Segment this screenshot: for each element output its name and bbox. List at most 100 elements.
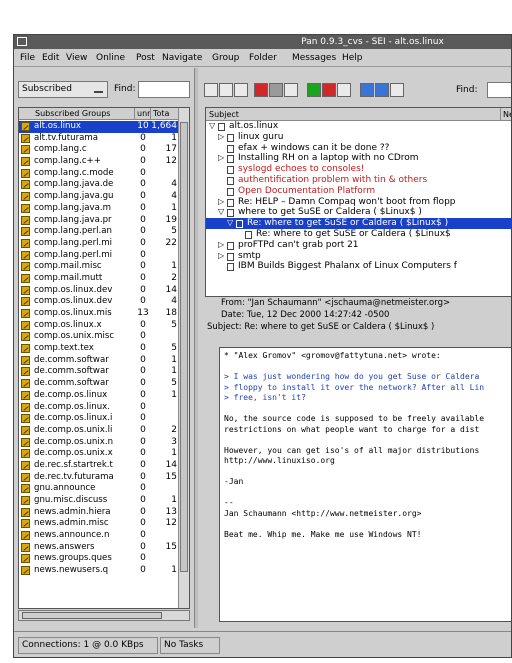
doc-icon[interactable]: [204, 83, 218, 97]
group-row[interactable]: comp.lang.perl.mi 0 22: [19, 238, 179, 250]
thread-row[interactable]: IBM Builds Biggest Phalanx of Linux Comp…: [206, 261, 511, 272]
subscribed-check-icon[interactable]: [21, 542, 30, 552]
group-row[interactable]: news.groups.ques 0: [19, 553, 179, 565]
subscribed-check-icon[interactable]: [21, 531, 30, 541]
group-row[interactable]: de.comm.softwar 0 5: [19, 378, 179, 390]
group-row[interactable]: comp.lang.java.pr 0 19: [19, 215, 179, 227]
subscribed-check-icon[interactable]: [21, 180, 30, 190]
group-row[interactable]: de.comp.os.linux. 0: [19, 402, 179, 414]
menu-file[interactable]: File: [20, 53, 35, 63]
subscribed-check-icon[interactable]: [21, 379, 30, 389]
subscribed-check-icon[interactable]: [21, 192, 30, 202]
doc-icon[interactable]: [219, 83, 233, 97]
scroll-thumb[interactable]: [180, 122, 188, 572]
subscribed-check-icon[interactable]: [21, 320, 30, 330]
group-row[interactable]: alt.os.linux 10 1,664: [19, 121, 179, 133]
menu-messages[interactable]: Messages: [292, 53, 336, 63]
group-row[interactable]: de.comp.os.unix.n 0 3: [19, 437, 179, 449]
col-header-total[interactable]: Tota: [151, 108, 179, 120]
group-row[interactable]: news.admin.misc 0 12: [19, 518, 179, 530]
subscribed-check-icon[interactable]: [21, 496, 30, 505]
thread-row[interactable]: ▷ linux guru: [206, 132, 511, 143]
subscribed-check-icon[interactable]: [21, 215, 30, 225]
expand-closed-icon[interactable]: ▷: [218, 240, 226, 251]
group-row[interactable]: de.comp.os.linux 0 1: [19, 390, 179, 402]
thread-row[interactable]: Open Documentation Platform: [206, 186, 511, 197]
group-row[interactable]: comp.os.linux.dev 0 4: [19, 296, 179, 308]
subscribed-check-icon[interactable]: [21, 484, 30, 494]
doc-icon[interactable]: [390, 83, 404, 97]
thread-row[interactable]: ▷ smtp: [206, 251, 511, 262]
menu-help[interactable]: Help: [342, 53, 363, 63]
subscribed-check-icon[interactable]: [21, 332, 30, 342]
group-row[interactable]: comp.lang.java.gu 0 4: [19, 191, 179, 203]
group-row[interactable]: comp.mail.misc 0 1: [19, 261, 179, 273]
menu-view[interactable]: View: [66, 53, 87, 63]
subscribed-check-icon[interactable]: [21, 355, 30, 365]
group-row[interactable]: comp.os.linux.dev 0 14: [19, 285, 179, 297]
group-row[interactable]: gnu.announce 0: [19, 483, 179, 495]
subscribed-check-icon[interactable]: [21, 227, 30, 237]
group-row[interactable]: de.comm.softwar 0 1: [19, 355, 179, 367]
thread-icon[interactable]: [375, 83, 389, 97]
group-list-vscrollbar[interactable]: [178, 108, 189, 608]
expand-closed-icon[interactable]: ▷: [218, 153, 226, 164]
subscribed-check-icon[interactable]: [21, 273, 30, 283]
subscribed-check-icon[interactable]: [21, 460, 30, 470]
group-row[interactable]: comp.os.unix.misc 0: [19, 331, 179, 343]
group-find-input[interactable]: [138, 81, 190, 98]
group-row[interactable]: comp.os.linux.mis 13 18: [19, 308, 179, 320]
subscribed-check-icon[interactable]: [21, 519, 30, 529]
subscribed-check-icon[interactable]: [21, 250, 30, 260]
filter-icon[interactable]: [307, 83, 321, 97]
subscribed-check-icon[interactable]: [21, 414, 30, 424]
group-row[interactable]: news.answers 0 15: [19, 542, 179, 554]
group-row[interactable]: comp.lang.c.mode 0: [19, 168, 179, 180]
group-row[interactable]: comp.lang.java.de 0 4: [19, 179, 179, 191]
doc-icon[interactable]: [284, 83, 298, 97]
scroll-thumb[interactable]: [22, 612, 162, 619]
subscribed-check-icon[interactable]: [21, 238, 30, 248]
article-body[interactable]: * "Alex Gromov" <gromov@fattytuna.net> w…: [219, 347, 511, 622]
group-list[interactable]: Subscribed Groups unr Tota alt.os.linux 1…: [18, 107, 190, 609]
thread-row[interactable]: ▽ Re: where to get SuSE or Caldera ( $Lin…: [206, 218, 511, 229]
subscribed-check-icon[interactable]: [21, 425, 30, 435]
thread-row[interactable]: Re: where to get SuSE or Caldera ( $Linu…: [206, 229, 511, 240]
subscribed-check-icon[interactable]: [21, 133, 30, 143]
col-header-unread[interactable]: unr: [135, 108, 151, 120]
group-row[interactable]: de.comp.os.unix.li 0 2: [19, 425, 179, 437]
group-list-hscrollbar[interactable]: [18, 610, 190, 621]
subscribed-check-icon[interactable]: [21, 262, 30, 272]
group-row[interactable]: de.rec.sf.startrek.t 0 14: [19, 460, 179, 472]
subscribed-check-icon[interactable]: [21, 297, 30, 307]
group-row[interactable]: de.comm.softwar 0 1: [19, 366, 179, 378]
subscribed-check-icon[interactable]: [21, 507, 30, 517]
doc-icon[interactable]: [337, 83, 351, 97]
thread-row[interactable]: syslogd echoes to consoles!: [206, 164, 511, 175]
expand-closed-icon[interactable]: ▷: [218, 251, 226, 262]
pane-divider[interactable]: [194, 68, 198, 628]
thread-row[interactable]: ▽ alt.os.linux: [206, 121, 511, 132]
thread-row[interactable]: ▷ proFTPd can't grab port 21: [206, 240, 511, 251]
thread-row[interactable]: ▷ Installing RH on a laptop with no CDrom: [206, 153, 511, 164]
thread-row[interactable]: ▽ where to get SuSE or Caldera ( $Linux$ …: [206, 207, 511, 218]
thread-icon[interactable]: [360, 83, 374, 97]
subscribed-check-icon[interactable]: [21, 554, 30, 564]
tasks-status[interactable]: No Tasks: [160, 637, 220, 654]
subscribed-check-icon[interactable]: [21, 168, 30, 178]
flag-icon[interactable]: [322, 83, 336, 97]
subscribed-check-icon[interactable]: [21, 367, 30, 377]
group-row[interactable]: news.announce.n 0: [19, 530, 179, 542]
doc-icon[interactable]: [234, 83, 248, 97]
group-row[interactable]: comp.lang.c 0 17: [19, 144, 179, 156]
group-row[interactable]: de.rec.tv.futurama 0 15: [19, 472, 179, 484]
expand-closed-icon[interactable]: ▷: [218, 132, 226, 143]
col-header-subject[interactable]: Subject: [209, 110, 239, 119]
subscribed-check-icon[interactable]: [21, 390, 30, 400]
col-header-groups[interactable]: Subscribed Groups: [19, 108, 135, 120]
group-row[interactable]: comp.lang.c++ 0 12: [19, 156, 179, 168]
subscribed-check-icon[interactable]: [21, 309, 30, 318]
header-find-input[interactable]: [487, 82, 511, 98]
menu-online[interactable]: Online: [96, 53, 125, 63]
title-bar[interactable]: Pan 0.9.3_cvs - SEI - alt.os.linux: [14, 35, 511, 49]
